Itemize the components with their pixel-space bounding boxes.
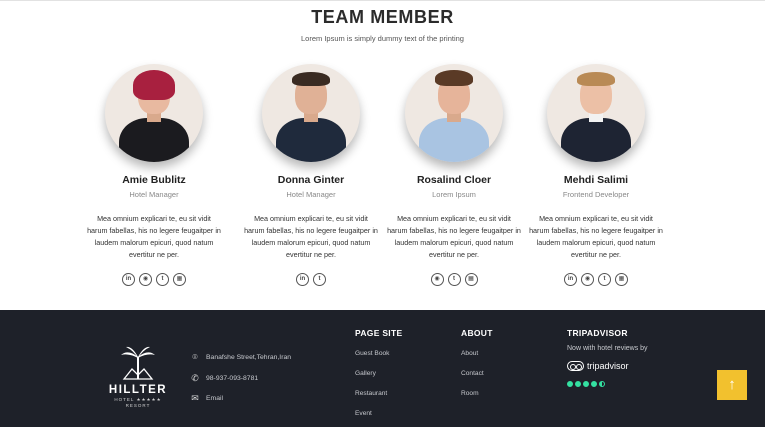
member-name: Mehdi Salimi xyxy=(563,174,629,186)
footer-link[interactable]: Contact xyxy=(461,370,484,377)
palm-tree-icon xyxy=(118,345,158,381)
member-bio: Mea omnium explicari te, eu sit vidit ha… xyxy=(87,214,221,259)
tripadvisor-owl-icon xyxy=(567,361,584,371)
envelope-icon: ✉ xyxy=(191,393,199,403)
rating-dot-icon xyxy=(575,381,581,387)
member-role: Hotel Manager xyxy=(129,190,179,199)
team-card: Donna Ginter Hotel Manager Mea omnium ex… xyxy=(243,64,379,286)
team-card: Mehdi Salimi Frontend Developer Mea omni… xyxy=(528,64,664,286)
logo-tagline: HOTEL ★★★★★ RESORT xyxy=(114,397,162,408)
member-photo xyxy=(262,64,360,162)
page-site-title: PAGE SITE xyxy=(355,328,403,338)
member-photo xyxy=(547,64,645,162)
section-subtitle: Lorem Ipsum is simply dummy text of the … xyxy=(301,34,464,43)
twitter-icon[interactable]: t xyxy=(598,273,611,286)
tripadvisor-title: TRIPADVISOR xyxy=(567,328,628,338)
phone-text: 98-937-093-8781 xyxy=(206,374,259,382)
twitter-icon[interactable]: t xyxy=(447,273,461,286)
member-photo xyxy=(105,64,203,162)
footer-link[interactable]: Event xyxy=(355,410,372,417)
website-icon[interactable]: ▦ xyxy=(173,273,186,286)
location-pin-icon: ⌾ xyxy=(192,352,198,362)
member-name: Rosalind Cloer xyxy=(416,174,492,186)
website-icon[interactable]: ▦ xyxy=(464,273,478,286)
team-card: Rosalind Cloer Lorem Ipsum Mea omnium ex… xyxy=(386,64,522,286)
linkedin-icon[interactable]: in xyxy=(122,273,135,286)
member-bio: Mea omnium explicari te, eu sit vidit ha… xyxy=(387,214,521,259)
twitter-icon[interactable]: t xyxy=(156,273,169,286)
github-icon[interactable]: ◉ xyxy=(430,273,444,286)
contact-address: ⌾ Banafshe Street,Tehran,Iran xyxy=(190,351,291,363)
footer-link[interactable]: Gallery xyxy=(355,370,376,377)
footer: HILLTER HOTEL ★★★★★ RESORT ⌾ Banafshe St… xyxy=(0,310,765,427)
section-title: TEAM MEMBER xyxy=(311,7,454,27)
team-card: Amie Bublitz Hotel Manager Mea omnium ex… xyxy=(86,64,222,286)
hotel-logo[interactable]: HILLTER HOTEL ★★★★★ RESORT xyxy=(103,345,173,408)
footer-link[interactable]: Room xyxy=(461,390,479,397)
tripadvisor-rating xyxy=(567,381,605,387)
footer-link[interactable]: Guest Book xyxy=(355,350,389,357)
tripadvisor-text: Now with hotel reviews by xyxy=(567,345,648,352)
contact-phone: ✆ 98-937-093-8781 xyxy=(190,372,258,384)
back-to-top-button[interactable]: ↑ xyxy=(717,370,747,400)
phone-icon: ✆ xyxy=(191,373,199,383)
website-icon[interactable]: ▦ xyxy=(615,273,628,286)
rating-dot-icon xyxy=(567,381,573,387)
email-link[interactable]: Email xyxy=(206,395,223,402)
arrow-up-icon: ↑ xyxy=(728,376,736,393)
member-photo xyxy=(405,64,503,162)
member-bio: Mea omnium explicari te, eu sit vidit ha… xyxy=(529,214,663,259)
logo-name: HILLTER xyxy=(108,384,168,396)
linkedin-icon[interactable]: in xyxy=(296,273,309,286)
linkedin-icon[interactable]: in xyxy=(564,273,577,286)
member-name: Amie Bublitz xyxy=(122,174,186,186)
member-name: Donna Ginter xyxy=(277,174,345,186)
rating-dot-icon xyxy=(591,381,597,387)
footer-link[interactable]: About xyxy=(461,350,478,357)
rating-dot-icon xyxy=(583,381,589,387)
tripadvisor-logo[interactable]: tripadvisor xyxy=(567,361,629,371)
member-role: Hotel Manager xyxy=(286,190,336,199)
top-divider xyxy=(0,0,765,1)
footer-link[interactable]: Restaurant xyxy=(355,390,387,397)
github-icon[interactable]: ◉ xyxy=(139,273,152,286)
member-role: Frontend Developer xyxy=(562,190,630,199)
member-role: Lorem Ipsum xyxy=(432,190,476,199)
github-icon[interactable]: ◉ xyxy=(581,273,594,286)
contact-email[interactable]: ✉ Email xyxy=(190,392,223,404)
rating-half-dot-icon xyxy=(599,381,605,387)
tripadvisor-brand: tripadvisor xyxy=(587,361,629,371)
member-bio: Mea omnium explicari te, eu sit vidit ha… xyxy=(244,214,378,259)
twitter-icon[interactable]: t xyxy=(313,273,326,286)
address-text: Banafshe Street,Tehran,Iran xyxy=(206,353,292,361)
about-title: ABOUT xyxy=(461,328,493,338)
